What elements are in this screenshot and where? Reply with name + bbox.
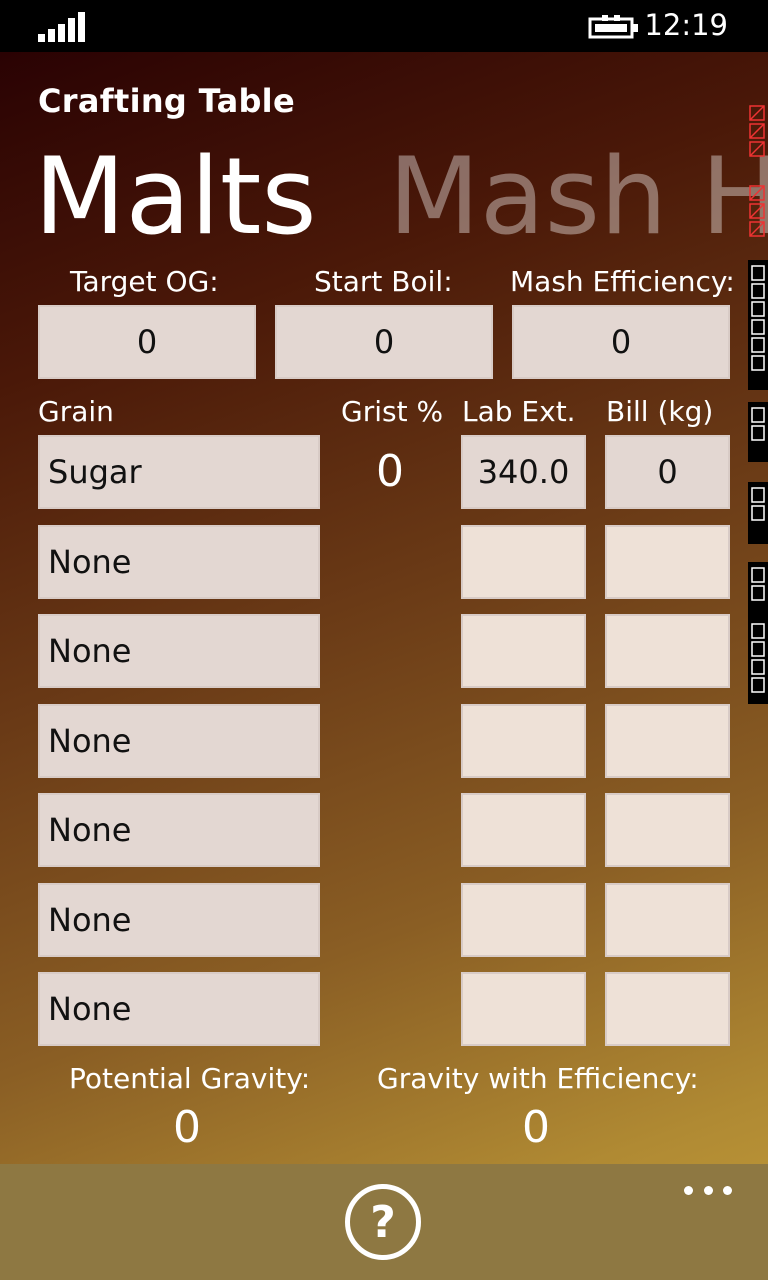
- target-og-label: Target OG:: [70, 265, 219, 298]
- mash-efficiency-input[interactable]: 0: [512, 305, 730, 379]
- start-boil-label: Start Boil:: [314, 265, 453, 298]
- gravity-efficiency-label: Gravity with Efficiency:: [377, 1062, 699, 1095]
- bill-input[interactable]: [605, 525, 730, 599]
- application-bar: ?: [0, 1164, 768, 1280]
- bill-header: Bill (kg): [606, 395, 714, 428]
- lab-ext-input[interactable]: [461, 614, 586, 688]
- lab-ext-input[interactable]: 340.0: [461, 435, 586, 509]
- pivot-tab-malts[interactable]: Malts: [34, 144, 317, 250]
- pivot-header: Malts Mash Ho: [34, 144, 768, 250]
- grain-select[interactable]: None: [38, 972, 320, 1046]
- mash-efficiency-label: Mash Efficiency:: [510, 265, 735, 298]
- signal-icon: [38, 12, 86, 42]
- potential-gravity-label: Potential Gravity:: [69, 1062, 311, 1095]
- lab-ext-header: Lab Ext.: [462, 395, 576, 428]
- grain-header: Grain: [38, 395, 114, 428]
- question-circle-icon: ?: [370, 1196, 396, 1248]
- bill-input[interactable]: [605, 972, 730, 1046]
- clock: 12:19: [644, 8, 728, 42]
- grain-select[interactable]: None: [38, 793, 320, 867]
- help-button[interactable]: ?: [345, 1184, 421, 1260]
- app-panorama: Crafting Table Malts Mash Ho Target OG: …: [0, 52, 768, 1280]
- bill-input[interactable]: [605, 883, 730, 957]
- grist-value: 0: [376, 446, 404, 497]
- debug-counters: [748, 105, 768, 704]
- bill-input[interactable]: [605, 793, 730, 867]
- lab-ext-input[interactable]: [461, 883, 586, 957]
- pivot-tab-mash-hop[interactable]: Mash Ho: [388, 144, 768, 250]
- start-boil-input[interactable]: 0: [275, 305, 493, 379]
- lab-ext-input[interactable]: [461, 793, 586, 867]
- grain-select[interactable]: None: [38, 883, 320, 957]
- target-og-input[interactable]: 0: [38, 305, 256, 379]
- potential-gravity-value: 0: [173, 1102, 201, 1153]
- bill-input[interactable]: [605, 704, 730, 778]
- bill-input[interactable]: 0: [605, 435, 730, 509]
- lab-ext-input[interactable]: [461, 525, 586, 599]
- battery-charging-icon: [588, 15, 638, 39]
- status-bar: 12:19: [0, 0, 768, 52]
- lab-ext-input[interactable]: [461, 972, 586, 1046]
- app-title: Crafting Table: [38, 82, 295, 120]
- grist-header: Grist %: [341, 395, 444, 428]
- grain-select[interactable]: None: [38, 614, 320, 688]
- grain-select[interactable]: Sugar: [38, 435, 320, 509]
- ellipsis-icon[interactable]: [684, 1180, 732, 1200]
- grain-select[interactable]: None: [38, 704, 320, 778]
- gravity-efficiency-value: 0: [522, 1102, 550, 1153]
- lab-ext-input[interactable]: [461, 704, 586, 778]
- grain-select[interactable]: None: [38, 525, 320, 599]
- bill-input[interactable]: [605, 614, 730, 688]
